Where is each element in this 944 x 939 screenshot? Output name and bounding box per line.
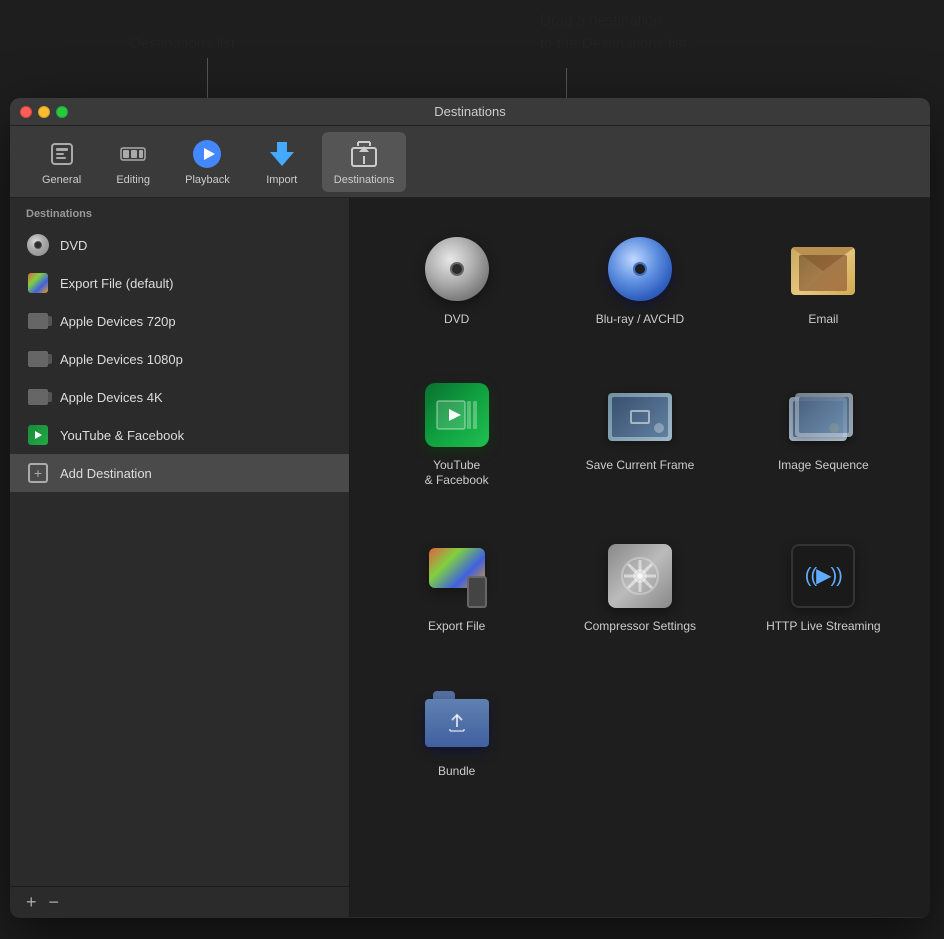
window-title: Destinations: [434, 104, 506, 119]
device-4k-icon: [26, 385, 50, 409]
sidebar-item-export-file[interactable]: Export File (default): [10, 264, 349, 302]
compressor-grid-label: Compressor Settings: [584, 619, 696, 635]
toolbar: General Editing Playback: [10, 126, 930, 198]
toolbar-item-destinations[interactable]: Destinations: [322, 132, 407, 192]
grid-item-dvd[interactable]: DVD: [370, 218, 543, 344]
sidebar-item-apple-4k[interactable]: Apple Devices 4K: [10, 378, 349, 416]
http-grid-icon: ((▶)): [788, 541, 858, 611]
toolbar-item-editing[interactable]: Editing: [103, 132, 163, 192]
save-frame-grid-icon: [605, 380, 675, 450]
grid-item-bundle[interactable]: Bundle: [370, 670, 543, 796]
toolbar-item-import[interactable]: Import: [252, 132, 312, 192]
image-seq-grid-icon: [788, 380, 858, 450]
device-1080p-icon: [26, 347, 50, 371]
email-grid-label: Email: [808, 312, 838, 328]
editing-icon: [117, 138, 149, 170]
toolbar-item-general[interactable]: General: [30, 132, 93, 192]
grid-item-image-seq[interactable]: Image Sequence: [737, 364, 910, 505]
save-frame-grid-label: Save Current Frame: [586, 458, 695, 474]
grid-item-export-file[interactable]: Export File: [370, 525, 543, 651]
import-label: Import: [266, 174, 297, 186]
sidebar-item-add-label: Add Destination: [60, 466, 152, 481]
main-window: Destinations General: [10, 98, 930, 918]
export-sidebar-icon: [26, 271, 50, 295]
sidebar-header: Destinations: [10, 198, 349, 226]
bundle-grid-icon: [422, 686, 492, 756]
sidebar-item-youtube[interactable]: YouTube & Facebook: [10, 416, 349, 454]
bluray-grid-icon: [605, 234, 675, 304]
email-grid-icon: [788, 234, 858, 304]
dvd-grid-label: DVD: [444, 312, 469, 328]
export-file-grid-label: Export File: [428, 619, 485, 635]
maximize-button[interactable]: [56, 106, 68, 118]
playback-icon: [191, 138, 223, 170]
grid-item-bluray[interactable]: Blu-ray / AVCHD: [553, 218, 726, 344]
youtube-grid-icon: [422, 380, 492, 450]
image-seq-grid-label: Image Sequence: [778, 458, 869, 474]
sidebar-item-4k-label: Apple Devices 4K: [60, 390, 163, 405]
compressor-grid-icon: [605, 541, 675, 611]
remove-destination-button[interactable]: −: [43, 893, 66, 911]
grid-item-youtube[interactable]: YouTube& Facebook: [370, 364, 543, 505]
editing-label: Editing: [116, 174, 150, 186]
bluray-grid-label: Blu-ray / AVCHD: [596, 312, 684, 328]
add-destination-button[interactable]: +: [20, 893, 43, 911]
sidebar-item-add[interactable]: + Add Destination: [10, 454, 349, 492]
sidebar-footer: + −: [10, 886, 349, 917]
sidebar-item-1080p-label: Apple Devices 1080p: [60, 352, 183, 367]
close-button[interactable]: [20, 106, 32, 118]
grid-item-save-frame[interactable]: Save Current Frame: [553, 364, 726, 505]
device-720p-icon: [26, 309, 50, 333]
traffic-lights: [20, 106, 68, 118]
callout-line-2: [566, 68, 567, 100]
youtube-sidebar-icon: [26, 423, 50, 447]
sidebar: Destinations DVD Export File (default): [10, 198, 350, 917]
sidebar-list: DVD Export File (default) Apple Devices …: [10, 226, 349, 886]
sidebar-item-youtube-label: YouTube & Facebook: [60, 428, 184, 443]
titlebar: Destinations: [10, 98, 930, 126]
export-file-grid-icon: [422, 541, 492, 611]
general-label: General: [42, 174, 81, 186]
dvd-grid-icon: [422, 234, 492, 304]
grid-item-email[interactable]: Email: [737, 218, 910, 344]
general-icon: [46, 138, 78, 170]
toolbar-item-playback[interactable]: Playback: [173, 132, 242, 192]
grid-item-http[interactable]: ((▶)) HTTP Live Streaming: [737, 525, 910, 651]
http-grid-label: HTTP Live Streaming: [766, 619, 881, 635]
sidebar-item-dvd-label: DVD: [60, 238, 87, 253]
destinations-grid: DVD Blu-ray / AVCHD: [370, 218, 910, 796]
minimize-button[interactable]: [38, 106, 50, 118]
youtube-grid-label: YouTube& Facebook: [425, 458, 489, 489]
main-content: Destinations DVD Export File (default): [10, 198, 930, 917]
callout-drag: Drag a destinationto the Destinations li…: [540, 10, 691, 55]
add-sidebar-icon: +: [26, 461, 50, 485]
sidebar-item-apple-720p[interactable]: Apple Devices 720p: [10, 302, 349, 340]
grid-item-compressor[interactable]: Compressor Settings: [553, 525, 726, 651]
grid-panel: DVD Blu-ray / AVCHD: [350, 198, 930, 917]
sidebar-item-dvd[interactable]: DVD: [10, 226, 349, 264]
import-icon: [266, 138, 298, 170]
destinations-icon: [348, 138, 380, 170]
playback-label: Playback: [185, 174, 230, 186]
dvd-sidebar-icon: [26, 233, 50, 257]
bundle-grid-label: Bundle: [438, 764, 475, 780]
sidebar-item-export-label: Export File (default): [60, 276, 173, 291]
destinations-label: Destinations: [334, 174, 395, 186]
callout-destinations-list: Destinations list: [130, 35, 235, 52]
callout-line-1: [207, 58, 208, 100]
sidebar-item-apple-1080p[interactable]: Apple Devices 1080p: [10, 340, 349, 378]
sidebar-item-720p-label: Apple Devices 720p: [60, 314, 176, 329]
